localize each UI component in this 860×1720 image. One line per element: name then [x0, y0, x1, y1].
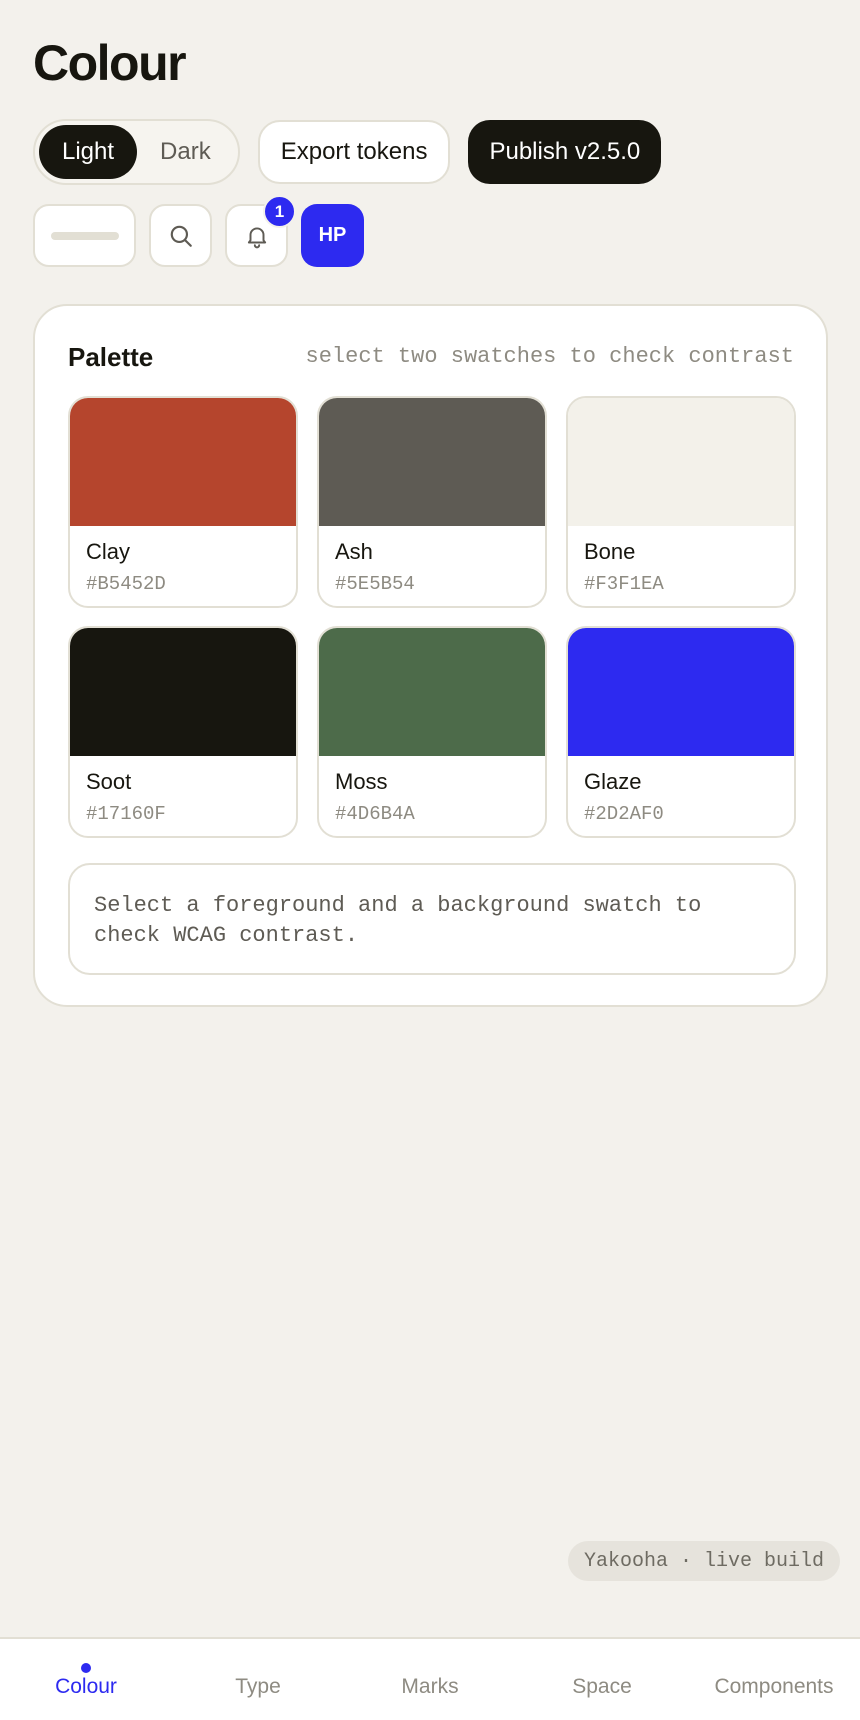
swatch-hex: #4D6B4A [335, 803, 415, 825]
notification-badge: 1 [263, 195, 296, 228]
swatch-name: Ash [335, 539, 373, 564]
nav-label: Type [235, 1675, 281, 1698]
swatch-hex: #2D2AF0 [584, 803, 664, 825]
toolbar: 1 HP [33, 195, 364, 267]
search-button[interactable] [149, 204, 212, 267]
swatch-ash[interactable]: Ash #5E5B54 [317, 396, 547, 608]
palette-hint: select two swatches to check contrast [305, 344, 794, 369]
theme-toggle: Light Dark [33, 119, 240, 185]
swatch-name: Clay [86, 539, 131, 564]
swatch-soot[interactable]: Soot #17160F [68, 626, 298, 838]
swatch-color-block [70, 398, 296, 526]
swatch-hex: #F3F1EA [584, 573, 664, 595]
swatch-hex: #17160F [86, 803, 166, 825]
swatch-glaze[interactable]: Glaze #2D2AF0 [566, 626, 796, 838]
bell-icon [247, 226, 266, 248]
theme-light-button[interactable]: Light [39, 125, 138, 179]
bottom-nav: Colour Type Marks Space Components [0, 1637, 860, 1720]
palette-title: Palette [68, 342, 154, 372]
nav-item-marks[interactable]: Marks [344, 1639, 516, 1720]
nav-label: Components [714, 1675, 834, 1698]
nav-label: Space [572, 1675, 632, 1698]
swatch-color-block [568, 398, 794, 526]
swatch-moss[interactable]: Moss #4D6B4A [317, 626, 547, 838]
search-icon [170, 225, 192, 247]
nav-item-type[interactable]: Type [172, 1639, 344, 1720]
swatch-bone[interactable]: Bone #F3F1EA [566, 396, 796, 608]
publish-button[interactable]: Publish v2.5.0 [468, 120, 662, 184]
swatch-color-block [319, 398, 545, 526]
swatch-name: Soot [86, 769, 132, 794]
loading-placeholder [50, 231, 119, 240]
nav-label: Colour [55, 1675, 117, 1698]
swatch-color-block [568, 628, 794, 756]
nav-item-colour[interactable]: Colour [0, 1639, 172, 1720]
swatch-color-block [319, 628, 545, 756]
placeholder-control[interactable] [33, 204, 136, 267]
active-indicator [81, 1663, 91, 1673]
notifications-button[interactable]: 1 [225, 195, 296, 267]
swatch-name: Moss [335, 769, 388, 794]
contrast-result: Select a foreground and a background swa… [68, 863, 796, 975]
avatar[interactable]: HP [301, 204, 364, 267]
swatch-name: Glaze [584, 769, 642, 794]
swatch-grid: Clay #B5452D Ash #5E5B54 Bone #F3F1EA So… [68, 396, 796, 838]
swatch-hex: #5E5B54 [335, 573, 415, 595]
nav-item-components[interactable]: Components [688, 1639, 860, 1720]
action-row: Light Dark Export tokens Publish v2.5.0 [33, 119, 662, 185]
export-tokens-button[interactable]: Export tokens [257, 120, 451, 184]
nav-label: Marks [401, 1675, 459, 1698]
nav-item-space[interactable]: Space [516, 1639, 688, 1720]
swatch-color-block [70, 628, 296, 756]
swatch-name: Bone [584, 539, 636, 564]
page-title: Colour [33, 35, 187, 91]
swatch-clay[interactable]: Clay #B5452D [68, 396, 298, 608]
theme-dark-button[interactable]: Dark [137, 125, 234, 179]
swatch-hex: #B5452D [86, 573, 166, 595]
build-tag: Yakooha · live build [567, 1541, 840, 1581]
palette-card: Palette select two swatches to check con… [33, 304, 828, 1007]
